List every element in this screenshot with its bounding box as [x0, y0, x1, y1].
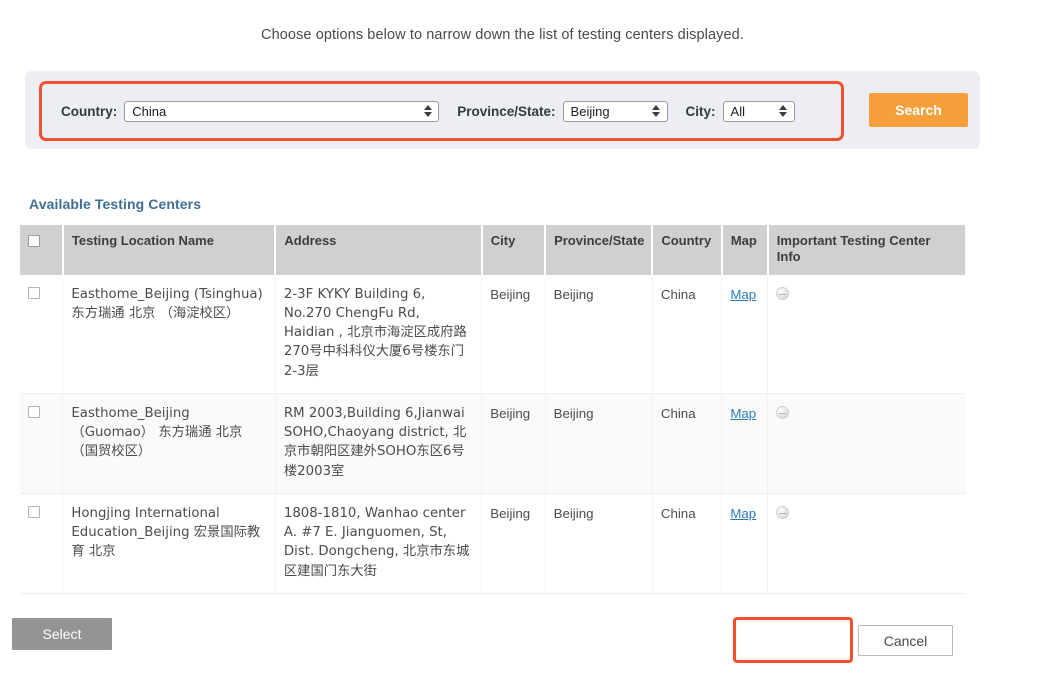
cell-map: Map: [721, 393, 769, 494]
column-header-country: Country: [652, 225, 723, 275]
table-row[interactable]: Easthome_Beijing (Tsinghua) 东方瑞通 北京 （海淀校…: [20, 274, 965, 394]
row-checkbox[interactable]: [28, 505, 40, 518]
cell-city: Beijing: [481, 274, 546, 394]
cell-info: [767, 493, 965, 594]
cell-country: China: [652, 274, 723, 394]
cell-province: Beijing: [545, 393, 653, 494]
map-link[interactable]: Map: [730, 287, 756, 302]
column-header-province: Province/State: [545, 225, 654, 275]
cell-city: Beijing: [481, 493, 546, 594]
cell-address: RM 2003,Building 6,Jianwai SOHO,Chaoyang…: [275, 393, 483, 494]
province-select[interactable]: Beijing: [562, 100, 668, 122]
chevron-updown-icon: [423, 104, 432, 118]
row-select-cell: [20, 274, 64, 394]
city-label: City:: [685, 103, 716, 119]
page-title: Available Testing Centers: [29, 196, 202, 212]
select-button[interactable]: Select: [12, 618, 112, 650]
filter-controls-row: Country: China Province/State: Beijing C…: [61, 97, 795, 125]
country-label: Country:: [61, 103, 118, 119]
column-header-city: City: [481, 225, 547, 275]
testing-centers-table-wrapper: Testing Location Name Address City Provi…: [20, 225, 965, 594]
column-header-info: Important Testing Center Info: [767, 225, 965, 275]
table-header: Testing Location Name Address City Provi…: [20, 225, 965, 275]
row-select-cell: [20, 493, 64, 594]
chevron-updown-icon: [652, 104, 661, 118]
country-select-value: China: [132, 103, 167, 119]
cell-province: Beijing: [545, 274, 653, 394]
cell-map: Map: [721, 274, 769, 394]
cell-info: [767, 274, 965, 394]
cell-country: China: [652, 393, 723, 494]
cell-address: 2-3F KYKY Building 6, No.270 ChengFu Rd,…: [275, 274, 483, 394]
cell-province: Beijing: [545, 493, 653, 594]
province-select-value: Beijing: [570, 103, 610, 119]
cell-map: Map: [721, 493, 769, 594]
cell-name: Hongjing International Education_Beijing…: [62, 493, 276, 594]
info-icon[interactable]: [776, 505, 790, 519]
cell-info: [767, 393, 965, 494]
select-highlight-box: [733, 617, 853, 663]
city-select[interactable]: All: [722, 100, 795, 122]
table-row[interactable]: Hongjing International Education_Beijing…: [20, 493, 965, 594]
filter-panel: Country: China Province/State: Beijing C…: [25, 71, 980, 149]
cell-country: China: [652, 493, 723, 594]
testing-center-selection-page: Choose options below to narrow down the …: [0, 0, 1039, 677]
table-row[interactable]: Easthome_Beijing（Guomao） 东方瑞通 北京（国贸校区） R…: [20, 393, 965, 494]
cell-city: Beijing: [481, 393, 546, 494]
intro-text: Choose options below to narrow down the …: [261, 27, 744, 43]
cell-address: 1808-1810, Wanhao center A. #7 E. Jiangu…: [275, 493, 483, 594]
cell-name: Easthome_Beijing (Tsinghua) 东方瑞通 北京 （海淀校…: [62, 274, 276, 394]
city-select-value: All: [730, 103, 745, 119]
search-button[interactable]: Search: [869, 93, 968, 127]
table-header-row: Testing Location Name Address City Provi…: [20, 225, 965, 275]
footer-actions: Select Cancel: [0, 610, 965, 663]
row-select-cell: [20, 393, 64, 494]
map-link[interactable]: Map: [730, 406, 756, 421]
column-header-address: Address: [275, 225, 483, 275]
province-label: Province/State:: [457, 103, 556, 119]
country-select[interactable]: China: [124, 100, 440, 122]
info-icon[interactable]: [776, 405, 790, 419]
select-all-header: [20, 225, 64, 275]
testing-centers-table: Testing Location Name Address City Provi…: [20, 225, 965, 594]
table-body: Easthome_Beijing (Tsinghua) 东方瑞通 北京 （海淀校…: [20, 274, 965, 594]
select-all-checkbox[interactable]: [28, 235, 40, 247]
chevron-updown-icon: [779, 104, 788, 118]
row-checkbox[interactable]: [28, 405, 40, 418]
column-header-map: Map: [721, 225, 769, 275]
map-link[interactable]: Map: [730, 506, 756, 521]
column-header-name: Testing Location Name: [62, 225, 277, 275]
cell-name: Easthome_Beijing（Guomao） 东方瑞通 北京（国贸校区）: [62, 393, 276, 494]
row-checkbox[interactable]: [28, 286, 40, 299]
info-icon[interactable]: [776, 286, 790, 300]
cancel-button[interactable]: Cancel: [858, 625, 953, 656]
